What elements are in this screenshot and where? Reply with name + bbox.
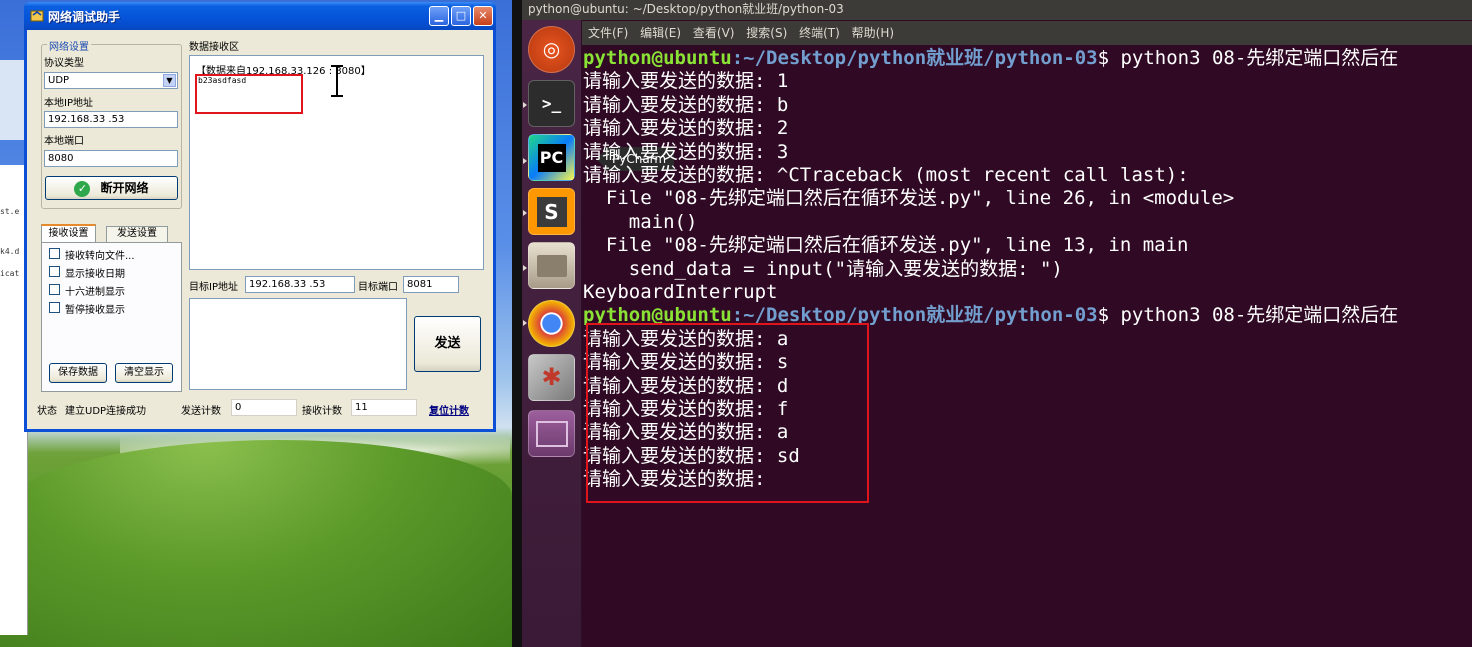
menu-terminal[interactable]: 终端(T) — [799, 26, 840, 40]
terminal-line: KeyboardInterrupt — [583, 281, 778, 303]
background-window-text: k4.d — [0, 247, 20, 256]
ubuntu-dash-icon[interactable]: ◎ — [528, 26, 575, 73]
menu-search[interactable]: 搜索(S) — [746, 26, 787, 40]
prompt-command: $ python3 08-先绑定端口然后在 — [1097, 304, 1399, 327]
target-port-label: 目标端口 — [358, 282, 398, 293]
checkmark-icon: ✓ — [74, 180, 91, 197]
pause-display-checkbox[interactable] — [49, 302, 60, 313]
protocol-label: 协议类型 — [44, 58, 84, 69]
terminal-line: 请输入要发送的数据: 2 — [583, 117, 789, 140]
window-titlebar[interactable]: 网络调试助手 ▁ □ ✕ — [24, 2, 496, 30]
terminal-line: 请输入要发送的数据: b — [583, 93, 789, 116]
workspace-switcher-icon[interactable] — [528, 410, 575, 457]
chrome-icon[interactable] — [528, 300, 575, 347]
menu-file[interactable]: 文件(F) — [588, 26, 628, 40]
pycharm-icon[interactable]: PC — [528, 134, 575, 181]
menu-help[interactable]: 帮助(H) — [852, 26, 894, 40]
file-manager-icon[interactable] — [528, 242, 575, 289]
annotation-box-terminal — [586, 323, 869, 503]
hex-display-checkbox[interactable] — [49, 284, 60, 295]
save-data-button[interactable]: 保存数据 — [49, 363, 107, 383]
terminal-line: main() — [583, 210, 698, 233]
terminal-prompt-line: python@ubuntu:~/Desktop/python就业班/python… — [583, 47, 1398, 70]
app-icon — [30, 10, 44, 22]
running-indicator — [523, 158, 527, 164]
send-count-label: 发送计数 — [181, 406, 221, 417]
terminal-menubar: 文件(F) 编辑(E) 查看(V) 搜索(S) 终端(T) 帮助(H) — [582, 21, 1472, 45]
receive-option-label: 接收转向文件... — [65, 251, 135, 262]
receive-option-label: 十六进制显示 — [65, 287, 125, 298]
text-cursor-icon — [336, 66, 338, 96]
background-window-text: icat — [0, 269, 20, 278]
chevron-down-icon[interactable]: ▼ — [163, 74, 176, 87]
ubuntu-desktop: python@ubuntu: ~/Desktop/python就业班/pytho… — [522, 0, 1472, 647]
prompt-user: python@ubuntu — [583, 47, 732, 69]
show-date-checkbox[interactable] — [49, 266, 60, 277]
terminal-line: File "08-先绑定端口然后在循环发送.py", line 26, in <… — [583, 187, 1235, 210]
terminal-line: 请输入要发送的数据: 3 — [583, 140, 789, 163]
tab-receive-settings[interactable]: 接收设置 — [41, 224, 96, 242]
network-settings-label: 网络设置 — [47, 38, 91, 53]
local-ip-label: 本地IP地址 — [44, 98, 93, 109]
sublime-text-icon[interactable]: S — [528, 188, 575, 235]
background-window-text: st.e — [0, 207, 20, 216]
window-title: 网络调试助手 — [48, 10, 121, 24]
terminal-window-title[interactable]: python@ubuntu: ~/Desktop/python就业班/pytho… — [522, 0, 1472, 20]
terminal-icon[interactable]: >_ — [528, 80, 575, 127]
send-count-value: 0 — [231, 399, 297, 416]
running-indicator — [523, 102, 527, 108]
protocol-select[interactable]: UDP ▼ — [44, 72, 178, 89]
terminal-line: File "08-先绑定端口然后在循环发送.py", line 13, in m… — [583, 234, 1189, 257]
disconnect-button-label: 断开网络 — [100, 181, 149, 195]
system-settings-icon[interactable]: ✱ — [528, 354, 575, 401]
reset-count-link[interactable]: 复位计数 — [429, 402, 469, 417]
send-area[interactable] — [189, 298, 407, 390]
status-text: 建立UDP连接成功 — [65, 406, 147, 417]
tab-send-settings[interactable]: 发送设置 — [106, 226, 168, 242]
receive-to-file-checkbox[interactable] — [49, 248, 60, 259]
network-debug-assistant-window: 网络调试助手 ▁ □ ✕ 网络设置 协议类型 UDP ▼ 本地IP地址 192.… — [24, 2, 496, 432]
menu-edit[interactable]: 编辑(E) — [640, 26, 681, 40]
running-indicator — [523, 320, 527, 326]
receive-count-label: 接收计数 — [302, 406, 342, 417]
terminal-line: send_data = input("请输入要发送的数据: ") — [583, 257, 1063, 280]
local-ip-input[interactable]: 192.168.33 .53 — [44, 111, 178, 128]
receive-option-label: 暂停接收显示 — [65, 305, 125, 316]
text-cursor-icon-bottom — [331, 95, 343, 97]
receive-area-label: 数据接收区 — [189, 42, 239, 53]
target-ip-input[interactable]: 192.168.33 .53 — [245, 276, 355, 293]
wallpaper-hills — [0, 440, 512, 647]
terminal-line: 请输入要发送的数据: 1 — [583, 70, 789, 93]
screen-divider — [512, 0, 522, 647]
disconnect-button[interactable]: ✓ 断开网络 — [45, 176, 178, 200]
receive-option-label: 显示接收日期 — [65, 269, 125, 280]
xp-desktop: st.e k4.d icat 网络调试助手 ▁ □ ✕ 网络设置 协议类型 UD… — [0, 0, 512, 647]
prompt-path: :~/Desktop/python就业班/python-03 — [731, 47, 1098, 69]
target-ip-label: 目标IP地址 — [189, 282, 238, 293]
protocol-value: UDP — [48, 75, 70, 86]
clear-display-button[interactable]: 清空显示 — [115, 363, 173, 383]
menu-view[interactable]: 查看(V) — [693, 26, 735, 40]
minimize-button[interactable]: ▁ — [429, 6, 449, 26]
terminal-line: 请输入要发送的数据: ^CTraceback (most recent call… — [583, 164, 1189, 186]
local-port-input[interactable]: 8080 — [44, 150, 178, 167]
local-port-label: 本地端口 — [44, 136, 84, 147]
close-button[interactable]: ✕ — [473, 6, 493, 26]
prompt-command: $ python3 08-先绑定端口然后在 — [1097, 47, 1399, 69]
target-port-input[interactable]: 8081 — [403, 276, 459, 293]
maximize-button[interactable]: □ — [451, 6, 471, 26]
unity-launcher: ◎ >_ PC S ✱ — [522, 20, 582, 647]
running-indicator — [523, 210, 527, 216]
send-button[interactable]: 发送 — [414, 316, 481, 372]
receive-count-value: 11 — [351, 399, 417, 416]
text-cursor-icon-top — [331, 65, 343, 67]
running-indicator — [523, 265, 527, 271]
status-label: 状态 — [37, 406, 57, 417]
annotation-box-received — [195, 74, 303, 114]
